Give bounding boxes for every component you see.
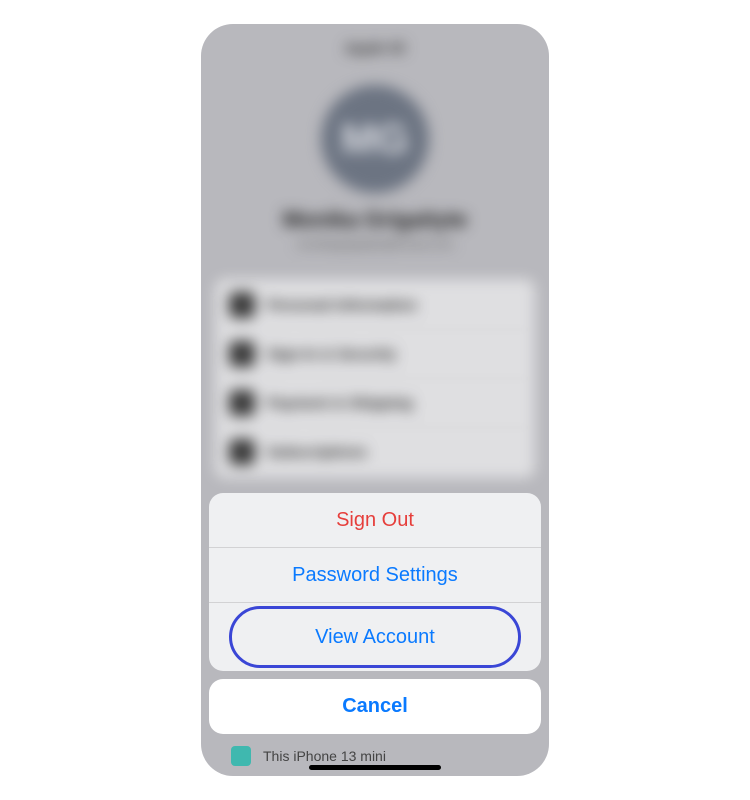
- settings-list: Personal Information Sign-In & Security …: [215, 279, 535, 478]
- phone-screen: Apple ID MG Monika Grigaityte monikagrig…: [201, 24, 549, 776]
- device-row-peek: This iPhone 13 mini: [209, 742, 541, 776]
- sign-out-button[interactable]: Sign Out: [209, 493, 541, 548]
- list-item-label: Personal Information: [267, 297, 417, 314]
- list-item: Subscriptions: [215, 428, 535, 476]
- page-title: Apple ID: [201, 40, 549, 57]
- device-icon: [231, 746, 251, 766]
- payment-shipping-icon: [229, 390, 255, 416]
- home-indicator[interactable]: [309, 765, 441, 770]
- device-label: This iPhone 13 mini: [263, 748, 386, 764]
- list-item: Sign-In & Security: [215, 330, 535, 379]
- list-item-label: Subscriptions: [267, 444, 367, 461]
- password-settings-label: Password Settings: [292, 564, 458, 587]
- avatar: MG: [321, 85, 429, 193]
- user-name: Monika Grigaityte: [201, 207, 549, 233]
- list-item: Personal Information: [215, 281, 535, 330]
- action-sheet-group: Sign Out Password Settings View Account: [209, 493, 541, 671]
- avatar-initials: MG: [341, 115, 409, 163]
- sign-out-label: Sign Out: [336, 509, 414, 532]
- action-sheet: Sign Out Password Settings View Account …: [209, 493, 541, 776]
- subscriptions-icon: [229, 439, 255, 465]
- signin-security-icon: [229, 341, 255, 367]
- password-settings-button[interactable]: Password Settings: [209, 548, 541, 603]
- view-account-button[interactable]: View Account: [209, 603, 541, 671]
- list-item-label: Payment & Shipping: [267, 395, 413, 412]
- personal-info-icon: [229, 292, 255, 318]
- cancel-label: Cancel: [342, 695, 408, 718]
- user-email: monikagrigaityte@icloud.com: [201, 237, 549, 251]
- cancel-button[interactable]: Cancel: [209, 679, 541, 734]
- list-item: Payment & Shipping: [215, 379, 535, 428]
- view-account-label: View Account: [315, 626, 435, 649]
- list-item-label: Sign-In & Security: [267, 346, 396, 363]
